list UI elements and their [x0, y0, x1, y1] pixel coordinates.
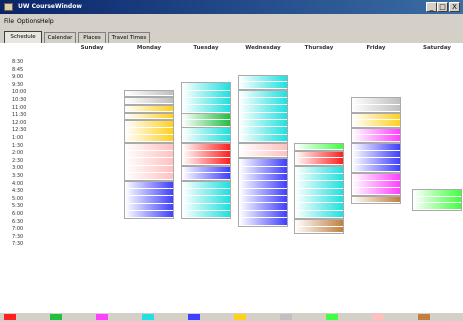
- day-header: Monday: [136, 45, 162, 51]
- schedule-block[interactable]: [181, 143, 231, 166]
- color-legend: [0, 313, 463, 321]
- time-label: 2:00: [12, 150, 24, 157]
- schedule-block[interactable]: [351, 173, 401, 197]
- time-label: 10:30: [12, 97, 27, 103]
- time-label: 3:00: [12, 165, 24, 172]
- legend-swatch: [4, 314, 16, 320]
- tab-places[interactable]: Places: [78, 32, 106, 43]
- app-icon: [4, 3, 13, 11]
- maximize-button[interactable]: □: [437, 2, 448, 12]
- title-bar: UW CourseWindow _ □ X: [0, 0, 463, 14]
- schedule-block[interactable]: [124, 181, 174, 219]
- time-label: 11:30: [12, 112, 27, 119]
- legend-swatch: [326, 314, 338, 320]
- time-label: 5:00: [12, 195, 24, 202]
- menu-help[interactable]: Help: [40, 17, 54, 27]
- day-header: Friday: [366, 45, 386, 51]
- schedule-block[interactable]: [294, 219, 344, 235]
- app-window: UW CourseWindow _ □ X File Options Help …: [0, 0, 463, 321]
- legend-swatch: [418, 314, 430, 320]
- time-label: 6:00: [12, 211, 24, 217]
- legend-swatch: [188, 314, 200, 320]
- schedule-block[interactable]: [238, 143, 288, 159]
- time-label: 12:30: [12, 127, 27, 134]
- legend-swatch: [96, 314, 108, 320]
- time-label: 3:30: [12, 173, 24, 179]
- time-label: 4:00: [12, 180, 24, 187]
- schedule-block[interactable]: [124, 120, 174, 143]
- time-label: 2:30: [12, 157, 24, 164]
- legend-swatch: [280, 314, 292, 320]
- schedule-block[interactable]: [238, 74, 288, 90]
- day-header: Sunday: [80, 45, 104, 51]
- day-header: Wednesday: [245, 45, 281, 51]
- schedule-block[interactable]: [351, 97, 401, 113]
- schedule-grid: Sunday Monday Tuesday Wednesday Thursday Frid…: [0, 43, 463, 313]
- time-label: 1:30: [12, 142, 24, 149]
- time-label: 6:30: [12, 218, 24, 225]
- schedule-block[interactable]: [412, 188, 462, 212]
- time-label: 5:30: [12, 203, 24, 210]
- schedule-block[interactable]: [238, 89, 288, 143]
- schedule-block[interactable]: [124, 97, 174, 105]
- schedule-block[interactable]: [351, 127, 401, 143]
- schedule-block[interactable]: [294, 150, 344, 166]
- schedule-block[interactable]: [238, 158, 288, 227]
- tab-schedule[interactable]: Schedule: [4, 31, 42, 43]
- time-label: 12:00: [12, 119, 27, 126]
- schedule-block[interactable]: [181, 181, 231, 219]
- day-header: Tuesday: [193, 45, 219, 51]
- tab-calendar[interactable]: Calendar: [44, 32, 76, 43]
- schedule-block[interactable]: [351, 112, 401, 128]
- time-label: 7:00: [12, 226, 24, 233]
- time-label: 11:00: [12, 104, 27, 111]
- schedule-block[interactable]: [181, 112, 231, 128]
- time-label: 7:30: [12, 233, 24, 240]
- time-label: 8:30: [12, 59, 24, 65]
- schedule-block[interactable]: [351, 196, 401, 204]
- time-label: 9:00: [12, 74, 24, 81]
- schedule-block[interactable]: [181, 165, 231, 181]
- window-title: UW CourseWindow: [18, 3, 82, 10]
- legend-swatch: [234, 314, 246, 320]
- time-label: 8:45: [12, 66, 24, 73]
- schedule-block[interactable]: [124, 112, 174, 121]
- menu-bar: File Options Help: [0, 16, 463, 28]
- day-header: Saturday: [423, 45, 451, 51]
- legend-swatch: [142, 314, 154, 320]
- time-label: 4:30: [12, 188, 24, 195]
- schedule-block[interactable]: [294, 143, 344, 151]
- schedule-block[interactable]: [124, 105, 174, 113]
- close-button[interactable]: X: [449, 2, 460, 12]
- schedule-block[interactable]: [351, 143, 401, 174]
- schedule-block[interactable]: [124, 143, 174, 181]
- schedule-block[interactable]: [294, 165, 344, 219]
- schedule-block[interactable]: [124, 89, 174, 98]
- tab-bar: Schedule Calendar Places Travel Times: [0, 31, 463, 43]
- time-label: 9:30: [12, 81, 24, 88]
- time-label: 10:00: [12, 89, 27, 96]
- minimize-button[interactable]: _: [426, 2, 437, 12]
- legend-swatch: [50, 314, 62, 320]
- menu-file[interactable]: File: [4, 17, 14, 27]
- day-header: Thursday: [304, 45, 334, 51]
- tab-travel-times[interactable]: Travel Times: [108, 32, 150, 43]
- menu-options[interactable]: Options: [17, 17, 40, 27]
- time-label: 1:00: [12, 135, 24, 141]
- time-label: 7:30: [12, 241, 24, 248]
- legend-swatch: [372, 314, 384, 320]
